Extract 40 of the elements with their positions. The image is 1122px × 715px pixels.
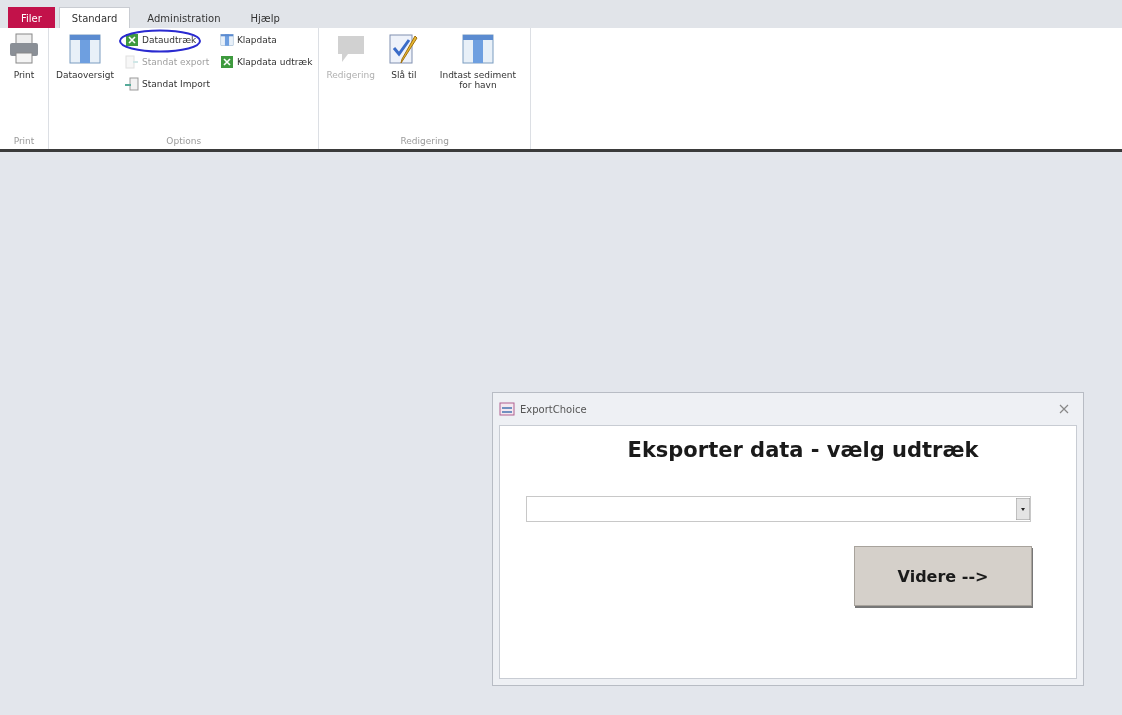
document-arrow-icon <box>125 55 139 69</box>
dropdown-arrow-icon[interactable] <box>1015 498 1030 520</box>
ribbon-button[interactable]: Indtast sediment for havn <box>429 30 526 92</box>
spreadsheet-icon <box>125 33 139 47</box>
button-label: Klapdata <box>236 35 277 45</box>
group-label: Options <box>165 136 203 148</box>
button-label: Standat Import <box>142 79 210 89</box>
button-label: Dataoversigt <box>56 70 114 80</box>
group-label: Print <box>12 136 36 148</box>
button-label: Redigering <box>326 70 375 80</box>
spreadsheet-icon <box>219 55 234 69</box>
combo-box[interactable] <box>525 496 1031 522</box>
ribbon-tab[interactable]: Administration <box>134 7 234 28</box>
ribbon-button[interactable]: Dataudtræk <box>123 30 212 50</box>
ribbon-button[interactable]: Print <box>4 30 44 82</box>
ribbon-button[interactable]: Standat Import <box>123 74 212 94</box>
ribbon-tab[interactable]: Standard <box>58 7 131 28</box>
ribbon-button[interactable]: Klapdata <box>217 30 315 50</box>
button-label: Standat export <box>142 57 210 67</box>
ribbon-button[interactable]: Slå til <box>383 30 424 82</box>
ribbon-button[interactable]: Klapdata udtræk <box>217 52 315 72</box>
form-icon <box>499 402 515 416</box>
dialog-heading: Eksporter data - vælg udtræk <box>627 438 979 462</box>
ribbon-button[interactable]: Dataoversigt <box>53 30 117 82</box>
table-icon <box>460 32 495 66</box>
printer-icon <box>7 32 41 66</box>
button-label: Klapdata udtræk <box>236 57 313 67</box>
close-icon[interactable] <box>1059 404 1069 414</box>
button-label: Print <box>13 70 35 80</box>
document-arrow-icon <box>125 77 139 91</box>
next-button[interactable]: Videre --> <box>854 546 1032 606</box>
group-label: Redigering <box>399 136 450 148</box>
button-label: Dataudtræk <box>142 35 197 45</box>
table-icon <box>219 33 234 47</box>
button-label: Indtast sediment for havn <box>438 70 517 90</box>
button-label: Slå til <box>391 70 417 80</box>
table-icon <box>68 32 102 66</box>
file-tab[interactable]: Filer <box>8 7 55 28</box>
dialog-title: ExportChoice <box>520 403 587 415</box>
ribbon-tab[interactable]: Hjælp <box>237 7 293 28</box>
